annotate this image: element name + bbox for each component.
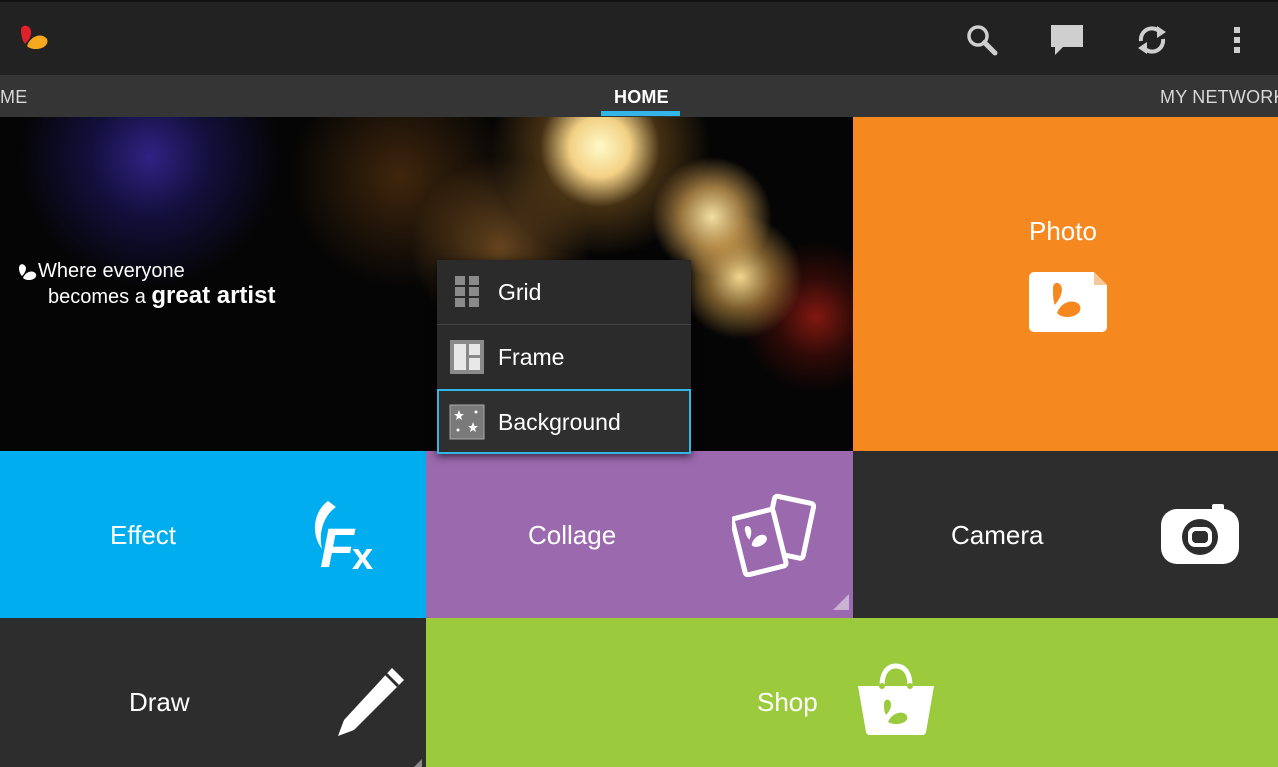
menu-item-grid-label: Grid [498,279,542,305]
collage-tile[interactable]: Collage [426,451,853,618]
search-icon [967,25,998,56]
fx-icon: F x [314,501,373,573]
resize-corner-icon [414,759,422,767]
search-button[interactable] [962,20,1002,60]
menu-item-background[interactable]: Background [437,389,691,454]
camera-icon [1161,504,1239,564]
overflow-menu-icon [1234,27,1240,53]
menu-item-frame[interactable]: Frame [437,325,691,389]
collage-icon [732,493,816,577]
tab-indicator [601,111,680,116]
camera-tile[interactable]: Camera [853,451,1278,618]
sync-button[interactable] [1132,20,1172,60]
hero-logo-icon [19,264,37,280]
menu-item-background-label: Background [498,409,621,435]
chat-icon [1051,25,1083,55]
draw-label: Draw [129,687,190,717]
action-bar [0,0,1278,75]
photo-icon [1029,272,1107,332]
hero-banner[interactable]: Where everyone becomes a great artist [0,117,853,451]
shop-tile[interactable]: Shop [426,618,1278,767]
menu-item-grid[interactable]: Grid [437,260,691,324]
resize-corner-icon [833,594,849,610]
camera-label: Camera [951,520,1044,550]
svg-text:F: F [320,516,356,573]
collage-popup-menu: Grid Frame Background [437,260,691,454]
collage-label: Collage [528,520,617,550]
background-icon [449,404,485,440]
hero-tagline-line2: becomes a great artist [48,282,276,309]
pencil-icon [338,668,404,736]
menu-item-frame-label: Frame [498,344,565,370]
svg-text:x: x [352,536,373,573]
chat-button[interactable] [1047,20,1087,60]
hero-tagline-line1: Where everyone [38,260,185,282]
draw-tile[interactable]: Draw [0,618,426,767]
overflow-menu-button[interactable] [1217,20,1257,60]
app-logo [21,25,48,49]
tab-my-network[interactable]: MY NETWORK [1160,75,1278,117]
frame-icon [450,340,484,374]
grid-icon [455,276,479,307]
effect-tile[interactable]: Effect F x [0,451,426,618]
effect-label: Effect [110,520,177,550]
photo-tile[interactable]: Photo [853,117,1278,451]
shop-label: Shop [757,687,818,717]
tab-me[interactable]: ME [0,75,27,117]
shopping-bag-icon [858,663,934,736]
sync-icon [1138,26,1166,54]
photo-label: Photo [1029,216,1097,246]
